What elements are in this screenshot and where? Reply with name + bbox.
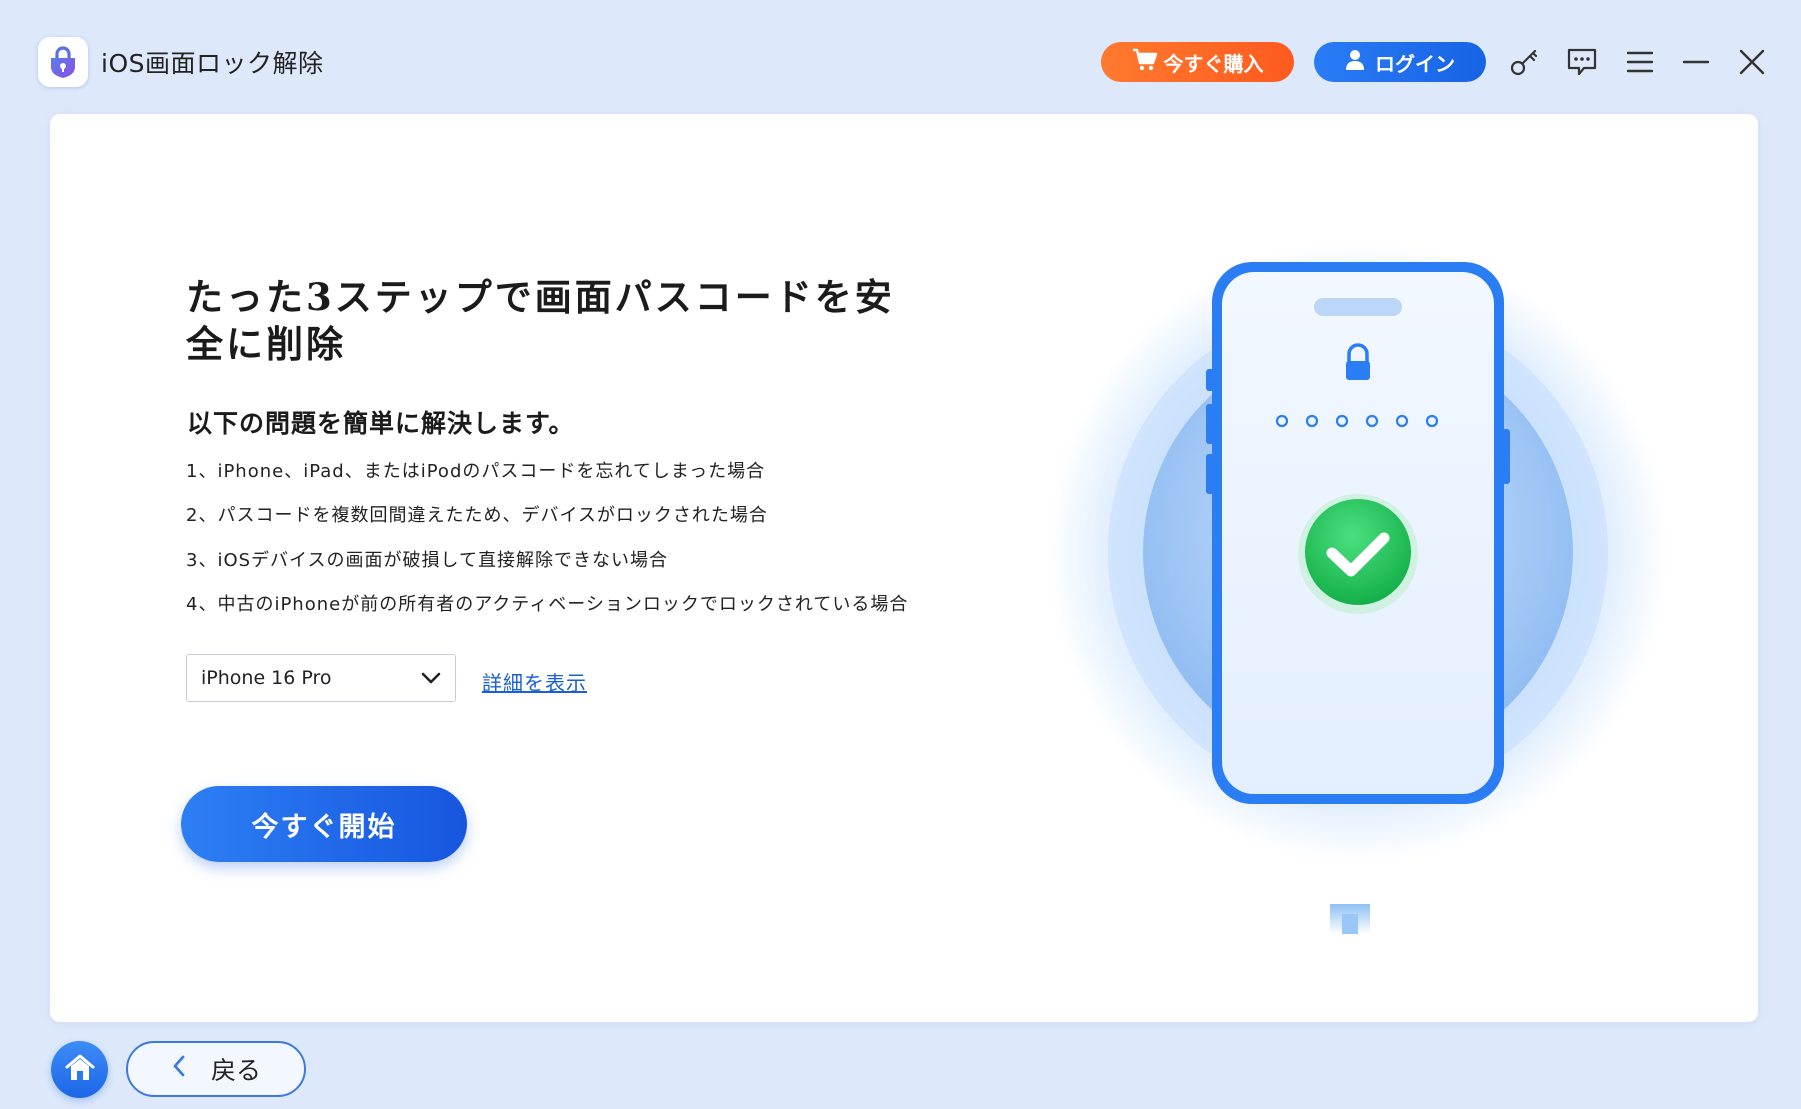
padlock-shield-icon	[38, 37, 88, 87]
user-icon	[1345, 49, 1365, 76]
issue-item: 2、パスコードを複数回間違えたため、デバイスがロックされた場合	[186, 505, 768, 526]
home-button[interactable]	[51, 1041, 108, 1098]
back-label: 戻る	[210, 1056, 261, 1085]
minimize-icon[interactable]	[1676, 42, 1716, 82]
issue-item: 3、iOSデバイスの画面が破損して直接解除できない場合	[186, 550, 668, 571]
device-model-select[interactable]: iPhone 16 Pro	[186, 654, 456, 702]
page-headline: たった3ステップで画面パスコードを安全に削除	[186, 275, 895, 366]
issue-item: 1、iPhone、iPad、またはiPodのパスコードを忘れてしまった場合	[186, 461, 766, 482]
main-panel: たった3ステップで画面パスコードを安全に削除 以下の問題を簡単に解決します。 1…	[50, 114, 1758, 1022]
device-model-value: iPhone 16 Pro	[201, 667, 332, 689]
menu-icon[interactable]	[1620, 42, 1660, 82]
issue-item: 4、中古のiPhoneが前の所有者のアクティベーションロックでロックされている場…	[186, 594, 909, 615]
close-icon[interactable]	[1732, 42, 1772, 82]
issues-heading: 以下の問題を簡単に解決します。	[187, 409, 575, 438]
title-bar: iOS画面ロック解除 今すぐ購入 ログイン	[0, 0, 1801, 112]
show-details-link[interactable]: 詳細を表示	[482, 667, 587, 696]
back-button[interactable]: 戻る	[126, 1041, 306, 1097]
app-title: iOS画面ロック解除	[101, 49, 324, 78]
start-now-button[interactable]: 今すぐ開始	[181, 786, 467, 862]
home-icon	[64, 1053, 96, 1087]
cart-icon	[1132, 48, 1158, 77]
buy-now-label: 今すぐ購入	[1163, 51, 1264, 76]
chevron-left-icon	[171, 1054, 187, 1084]
key-icon[interactable]	[1504, 42, 1544, 82]
chat-icon[interactable]	[1562, 42, 1602, 82]
chevron-down-icon	[419, 666, 443, 695]
login-label: ログイン	[1375, 51, 1455, 76]
login-button[interactable]: ログイン	[1314, 42, 1486, 82]
phone-unlock-illustration	[980, 214, 1680, 934]
check-circle-icon	[1298, 494, 1418, 614]
buy-now-button[interactable]: 今すぐ購入	[1101, 42, 1294, 82]
